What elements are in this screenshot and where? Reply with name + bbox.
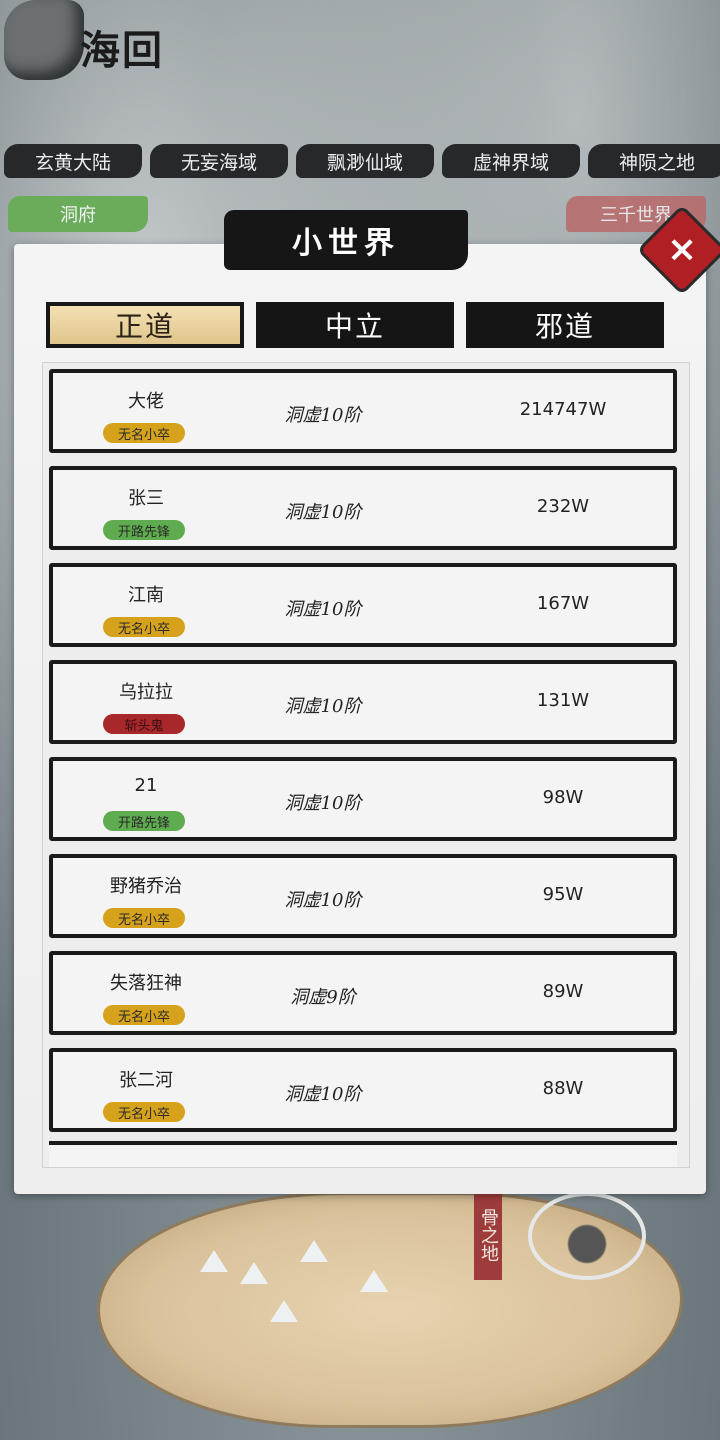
- list-item[interactable]: 乌拉拉 斩头鬼 洞虚10阶 131W: [49, 660, 677, 744]
- list-item[interactable]: 张三 开路先锋 洞虚10阶 232W: [49, 466, 677, 550]
- region-tab-shenyun[interactable]: 神陨之地: [588, 144, 720, 178]
- region-tab-bar: 玄黄大陆 无妄海域 飘渺仙域 虚神界域 神陨之地: [0, 144, 720, 180]
- tab-righteous[interactable]: 正道: [46, 302, 244, 348]
- region-tab-piaomiao[interactable]: 飘渺仙域: [296, 144, 434, 178]
- title-badge: 无名小卒: [103, 1005, 185, 1025]
- list-item[interactable]: 21 开路先锋 洞虚10阶 98W: [49, 757, 677, 841]
- list-item[interactable]: 失落狂神 无名小卒 洞虚9阶 89W: [49, 951, 677, 1035]
- title-badge: 开路先锋: [103, 811, 185, 831]
- power-value: 89W: [542, 981, 584, 1002]
- tab-evil[interactable]: 邪道: [466, 302, 664, 348]
- cultivation-level: 洞虚10阶: [284, 793, 362, 814]
- mountain-icon: [200, 1250, 228, 1272]
- cultivation-level: 洞虚10阶: [284, 1084, 362, 1105]
- mountain-icon: [270, 1300, 298, 1322]
- power-value: 167W: [536, 593, 590, 614]
- player-name: 张二河: [119, 1070, 173, 1091]
- logo-text: 海回: [80, 27, 164, 74]
- map-location-banner[interactable]: 骨之地: [474, 1190, 502, 1280]
- compass-icon: [528, 1192, 646, 1280]
- ranking-list[interactable]: 大佬 无名小卒 洞虚10阶 214747W 张三 开路先锋 洞虚10阶 232W…: [42, 362, 690, 1168]
- title-badge: 无名小卒: [103, 1102, 185, 1122]
- power-value: 131W: [536, 690, 590, 711]
- player-name: 野猪乔治: [110, 876, 182, 897]
- player-name: 乌拉拉: [119, 682, 173, 703]
- region-tab-wuwang[interactable]: 无妄海域: [150, 144, 288, 178]
- player-name: 张三: [128, 488, 164, 509]
- list-item[interactable]: 大佬 无名小卒 洞虚10阶 214747W: [49, 369, 677, 453]
- list-item[interactable]: 江南 无名小卒 洞虚10阶 167W: [49, 563, 677, 647]
- cultivation-level: 洞虚10阶: [284, 599, 362, 620]
- mountain-icon: [240, 1262, 268, 1284]
- list-item-partial[interactable]: [49, 1141, 677, 1167]
- power-value: 88W: [542, 1078, 584, 1099]
- power-value: 232W: [536, 496, 590, 517]
- mountain-icon: [360, 1270, 388, 1292]
- player-name: 失落狂神: [110, 973, 182, 994]
- tab-neutral[interactable]: 中立: [256, 302, 454, 348]
- power-value: 95W: [542, 884, 584, 905]
- cultivation-level: 洞虚10阶: [284, 405, 362, 426]
- power-value: 214747W: [519, 399, 607, 420]
- player-name: 21: [134, 775, 158, 796]
- logo-rock-icon: [4, 0, 84, 80]
- power-value: 98W: [542, 787, 584, 808]
- cave-tag-button[interactable]: 洞府: [8, 196, 148, 232]
- list-item[interactable]: 张二河 无名小卒 洞虚10阶 88W: [49, 1048, 677, 1132]
- title-badge: 开路先锋: [103, 520, 185, 540]
- cultivation-level: 洞虚10阶: [284, 502, 362, 523]
- title-badge: 无名小卒: [103, 908, 185, 928]
- region-tab-xushen[interactable]: 虚神界域: [442, 144, 580, 178]
- list-item[interactable]: 野猪乔治 无名小卒 洞虚10阶 95W: [49, 854, 677, 938]
- mountain-icon: [300, 1240, 328, 1262]
- close-icon: ×: [666, 228, 698, 270]
- player-name: 江南: [128, 585, 164, 606]
- region-tab-xuanhuang[interactable]: 玄黄大陆: [4, 144, 142, 178]
- game-logo[interactable]: 海回: [0, 0, 200, 110]
- cultivation-level: 洞虚9阶: [290, 987, 356, 1008]
- cultivation-level: 洞虚10阶: [284, 696, 362, 717]
- player-name: 大佬: [128, 391, 164, 412]
- title-badge: 无名小卒: [103, 617, 185, 637]
- panel-title: 小世界: [224, 210, 468, 270]
- cultivation-level: 洞虚10阶: [284, 890, 362, 911]
- title-badge: 无名小卒: [103, 423, 185, 443]
- title-badge: 斩头鬼: [103, 714, 185, 734]
